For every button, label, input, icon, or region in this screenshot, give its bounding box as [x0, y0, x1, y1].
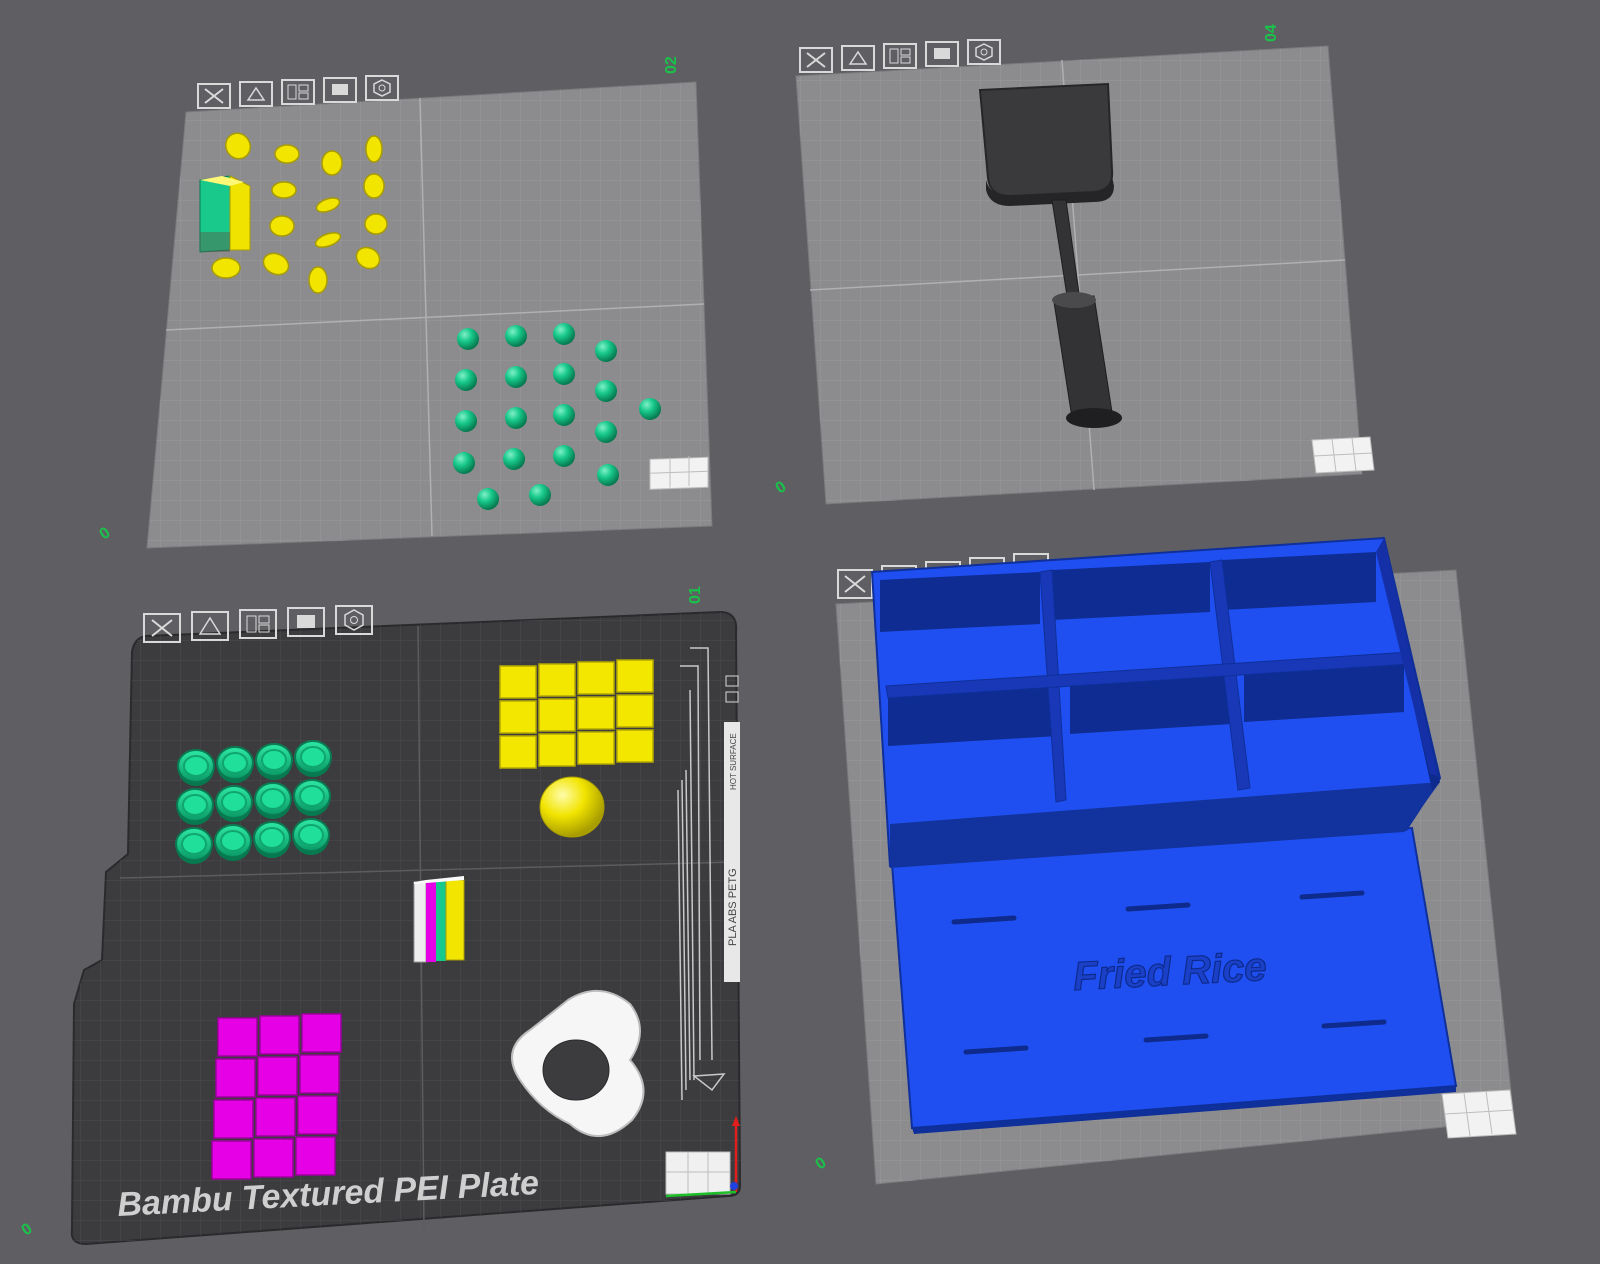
plate-4[interactable]: 04 0 — [773, 24, 1375, 505]
green-disc-inner[interactable] — [260, 788, 286, 810]
yellow-tile[interactable] — [616, 694, 654, 728]
plate-2[interactable]: 02 0 — [97, 56, 713, 549]
plate-4-settings-icon[interactable] — [967, 39, 1001, 65]
plate-4-auto-orient-icon[interactable] — [841, 45, 875, 71]
plate-4-arrange-icon[interactable] — [883, 43, 917, 69]
green-disc-inner[interactable] — [221, 791, 247, 813]
yellow-tile[interactable] — [577, 696, 615, 730]
plate-2-origin-label: 0 — [97, 524, 114, 543]
magenta-tile[interactable] — [299, 1054, 340, 1094]
plate-4-close-icon[interactable] — [799, 47, 833, 73]
magenta-tile[interactable] — [253, 1138, 294, 1178]
green-disc-inner[interactable] — [182, 794, 208, 816]
green-disc-inner[interactable] — [300, 746, 326, 768]
plate-2-close-icon[interactable] — [197, 83, 231, 109]
magenta-tile[interactable] — [213, 1099, 254, 1139]
plate-3-origin-label: 0 — [813, 1154, 830, 1173]
yellow-tile[interactable] — [499, 700, 537, 734]
plate-1-hot-surface-text: HOT SURFACE — [729, 733, 738, 790]
magenta-tile[interactable] — [301, 1013, 342, 1053]
plate-4-number: 04 — [1263, 24, 1280, 42]
build-plate-scene[interactable]: 02 0 04 0 01 0 PLA ABS PETG HOT SURFACE … — [0, 0, 1600, 1264]
yellow-tile[interactable] — [616, 729, 654, 763]
green-disc-inner[interactable] — [220, 830, 246, 852]
green-disc-inner[interactable] — [222, 752, 248, 774]
yellow-tile[interactable] — [499, 665, 537, 699]
green-disc-inner[interactable] — [298, 824, 324, 846]
plate-4-origin-label: 0 — [773, 478, 790, 497]
magenta-tile[interactable] — [297, 1095, 338, 1135]
plate-1-striped-bar[interactable] — [413, 876, 465, 963]
magenta-tile[interactable] — [217, 1017, 258, 1057]
magenta-tile[interactable] — [295, 1136, 336, 1176]
green-disc-inner[interactable] — [183, 755, 209, 777]
plate-1[interactable]: 01 0 PLA ABS PETG HOT SURFACE Bambu Text… — [19, 586, 742, 1246]
plate-1-origin-label: 0 — [19, 1220, 36, 1239]
plate-2-settings-icon[interactable] — [365, 75, 399, 101]
plate-1-yellow-dome[interactable] — [539, 776, 605, 838]
yellow-tile[interactable] — [538, 698, 576, 732]
plate-3-corner-grid-icon — [1441, 1089, 1517, 1139]
plate-4-lock-icon[interactable] — [925, 41, 959, 67]
plate-3[interactable]: 0 Fried Rice — [813, 536, 1517, 1185]
plate-3-blue-lid[interactable]: Fried Rice — [890, 826, 1458, 1134]
yellow-tile[interactable] — [616, 659, 654, 693]
green-disc-inner[interactable] — [259, 827, 285, 849]
yellow-tile[interactable] — [538, 663, 576, 697]
plate-3-blue-box[interactable] — [870, 536, 1442, 868]
yellow-tile[interactable] — [499, 735, 537, 769]
plate-1-corner-grid-icon — [665, 1151, 731, 1195]
plate-4-corner-grid-icon — [1311, 436, 1375, 474]
yellow-tile[interactable] — [577, 661, 615, 695]
plate-2-number: 02 — [663, 56, 680, 74]
green-disc-inner[interactable] — [299, 785, 325, 807]
green-disc-inner[interactable] — [261, 749, 287, 771]
yellow-tile[interactable] — [538, 733, 576, 767]
green-disc-inner[interactable] — [181, 833, 207, 855]
plate-2-lock-icon[interactable] — [323, 77, 357, 103]
magenta-tile[interactable] — [215, 1058, 256, 1098]
magenta-tile[interactable] — [259, 1015, 300, 1055]
plate-1-number: 01 — [687, 586, 704, 604]
magenta-tile[interactable] — [255, 1097, 296, 1137]
plate-2-color-block[interactable] — [199, 175, 251, 253]
plate-2-auto-orient-icon[interactable] — [239, 81, 273, 107]
plate-3-close-icon[interactable] — [837, 569, 873, 599]
plate-2-arrange-icon[interactable] — [281, 79, 315, 105]
magenta-tile[interactable] — [257, 1056, 298, 1096]
plate-1-material-text: PLA ABS PETG — [727, 868, 739, 946]
yellow-tile[interactable] — [577, 731, 615, 765]
magenta-tile[interactable] — [211, 1140, 252, 1180]
